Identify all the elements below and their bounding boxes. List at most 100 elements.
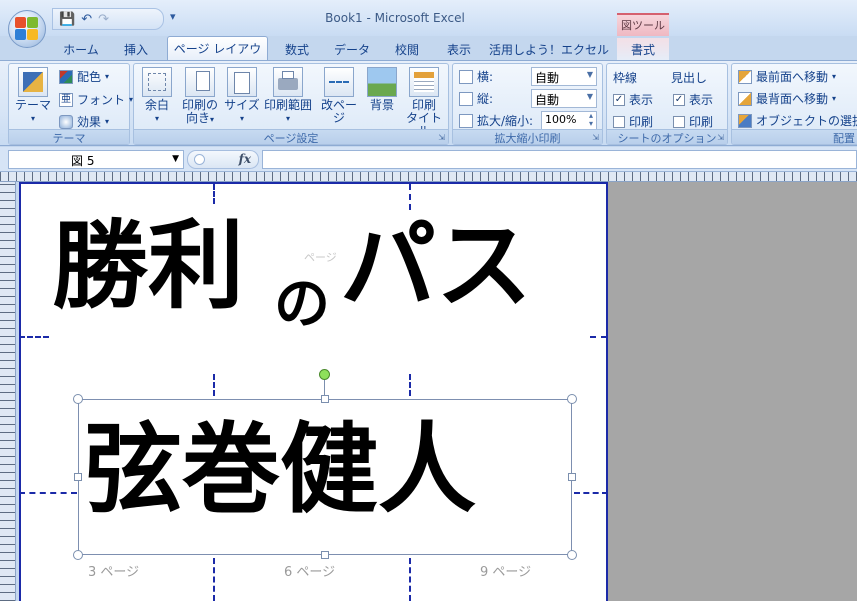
headings-heading: 見出し [671, 71, 708, 85]
print-titles-button[interactable]: 印刷 タイトル [402, 67, 446, 138]
page-break-icon [324, 67, 354, 97]
tab-formulas[interactable]: 数式 [276, 38, 318, 60]
formula-bar: 図 5 ▼ fx [0, 147, 857, 172]
colors-button[interactable]: 配色 ▾ [59, 68, 109, 85]
gridlines-view-checkbox[interactable]: ✓ 表示 [613, 91, 653, 108]
gridlines-heading: 枠線 [613, 71, 638, 85]
page-break-vertical-2b [409, 374, 411, 396]
resize-handle-bottom[interactable] [321, 551, 329, 559]
themes-icon [18, 67, 48, 97]
width-select[interactable]: 自動 ▼ [531, 67, 597, 86]
print-area-button[interactable]: 印刷範囲 ▾ [262, 67, 314, 125]
tab-format[interactable]: 書式 [617, 38, 669, 60]
size-button[interactable]: サイズ ▾ [224, 67, 260, 125]
resize-handle-top-left[interactable] [73, 394, 83, 404]
formula-input[interactable] [262, 150, 857, 169]
rotation-handle[interactable] [319, 369, 330, 380]
resize-handle-bottom-right[interactable] [567, 550, 577, 560]
margins-button[interactable]: 余白 ▾ [138, 67, 176, 125]
fonts-icon: 亜 [59, 92, 73, 107]
margins-label: 余白 [144, 98, 169, 112]
page-setup-launcher-icon[interactable]: ⇲ [438, 133, 445, 142]
sheet-options-launcher-icon[interactable]: ⇲ [717, 133, 724, 142]
name-text: 弦巻健人 [84, 413, 477, 527]
horizontal-ruler [0, 172, 857, 182]
gridlines-print-checkbox[interactable]: 印刷 [613, 113, 653, 130]
resize-handle-right[interactable] [568, 473, 576, 481]
effects-button[interactable]: 効果 ▾ [59, 113, 109, 130]
background-picture-icon [367, 67, 397, 97]
breaks-label: 改ページ [320, 98, 357, 125]
scale-launcher-icon[interactable]: ⇲ [592, 133, 599, 142]
page-break-vertical-1b [213, 374, 215, 396]
width-label: 横: [477, 70, 494, 84]
tab-insert[interactable]: 挿入 [113, 38, 159, 60]
headings-view-checkbox[interactable]: ✓ 表示 [673, 91, 713, 108]
scale-spinner[interactable]: 100% ▴ ▾ [541, 111, 597, 130]
office-logo-icon [15, 17, 39, 41]
resize-handle-top-right[interactable] [567, 394, 577, 404]
orientation-button[interactable]: 印刷の 向き▾ [178, 67, 222, 126]
tab-view[interactable]: 表示 [438, 38, 480, 60]
page-break-horizontal-1a [19, 336, 49, 338]
group-sheet-options-label: シートのオプション [607, 129, 727, 145]
send-to-back-button[interactable]: 最背面へ移動 ▾ [738, 90, 836, 107]
tab-data[interactable]: データ [326, 38, 378, 60]
margins-icon [142, 67, 172, 97]
group-theme: テーマ ▾ 配色 ▾ 亜 フォント ▾ 効果 ▾ テーマ [8, 63, 133, 145]
title-text-no: の [274, 272, 330, 337]
gridlines-print-label: 印刷 [629, 115, 654, 129]
breaks-button[interactable]: 改ページ ▾ [316, 67, 362, 138]
page-break-horizontal-2a [19, 492, 77, 494]
title-text-shouri: 勝利 [52, 210, 244, 322]
resize-handle-top[interactable] [321, 395, 329, 403]
headings-print-checkbox[interactable]: 印刷 [673, 113, 713, 130]
name-box-dropdown-icon[interactable]: ▼ [172, 154, 179, 164]
size-icon [227, 67, 257, 97]
selection-pane-label: オブジェクトの選択と表 [756, 114, 857, 128]
width-icon [459, 69, 473, 84]
effects-label: 効果 [77, 115, 102, 129]
background-button[interactable]: 背景 [364, 67, 400, 112]
tab-home[interactable]: ホーム [54, 38, 108, 60]
ribbon-tabs: ホーム 挿入 ページ レイアウト 数式 データ 校閲 表示 活用しよう！エクセル… [0, 36, 857, 73]
contextual-tab-picture-tools: 図ツール [617, 13, 669, 36]
office-button[interactable] [8, 10, 46, 48]
name-box-value: 図 5 [71, 154, 95, 168]
outside-print-area [608, 182, 857, 601]
colors-label: 配色 [77, 70, 102, 84]
gridlines-view-check-icon: ✓ [613, 93, 625, 106]
group-page-setup-label: ページ設定 [134, 129, 448, 145]
headings-view-label: 表示 [689, 93, 714, 107]
bring-to-front-button[interactable]: 最前面へ移動 ▾ [738, 68, 836, 85]
page-break-vertical-1c [213, 558, 215, 601]
resize-handle-left[interactable] [74, 473, 82, 481]
formula-tools: fx [187, 150, 259, 169]
send-to-back-icon [738, 91, 752, 106]
effects-icon [59, 114, 73, 129]
group-arrange: 最前面へ移動▾ 最背面へ移動▾ オブジェクトの選択と表 配置 [731, 63, 857, 145]
title-bar: 💾 ↶ ↷ ▾ Book1 - Microsoft Excel 図ツール [0, 0, 857, 36]
tab-katsuyou-excel[interactable]: 活用しよう！エクセル [488, 38, 610, 60]
page-label-3: 3 ページ [88, 565, 140, 580]
fonts-button[interactable]: 亜 フォント ▾ [59, 91, 133, 108]
scale-row: 拡大/縮小: [459, 112, 533, 129]
themes-button[interactable]: テーマ ▾ [15, 67, 51, 125]
themes-label: テーマ [15, 98, 52, 112]
page-break-vertical-1a [213, 184, 215, 204]
height-select[interactable]: 自動 ▼ [531, 89, 597, 108]
page-label-6: 6 ページ [284, 565, 336, 580]
insert-function-icon[interactable]: fx [239, 152, 251, 166]
resize-handle-bottom-left[interactable] [73, 550, 83, 560]
name-box[interactable]: 図 5 ▼ [8, 150, 184, 169]
page-break-vertical-2c [409, 558, 411, 601]
tab-page-layout[interactable]: ページ レイアウト [167, 36, 268, 73]
vertical-ruler [0, 182, 16, 601]
scale-icon [459, 113, 473, 128]
background-label: 背景 [369, 98, 394, 112]
group-scale-to-fit: 横: 自動 ▼ 縦: 自動 ▼ 拡大/縮小: 100% ▴ ▾ 拡大縮小印刷 ⇲ [452, 63, 603, 145]
group-page-setup: 余白 ▾ 印刷の 向き▾ サイズ ▾ 印刷範囲 ▾ 改ページ ▾ 背景 [133, 63, 449, 145]
tab-review[interactable]: 校閲 [386, 38, 428, 60]
selection-pane-button[interactable]: オブジェクトの選択と表 [738, 112, 857, 129]
printer-icon [273, 67, 303, 97]
